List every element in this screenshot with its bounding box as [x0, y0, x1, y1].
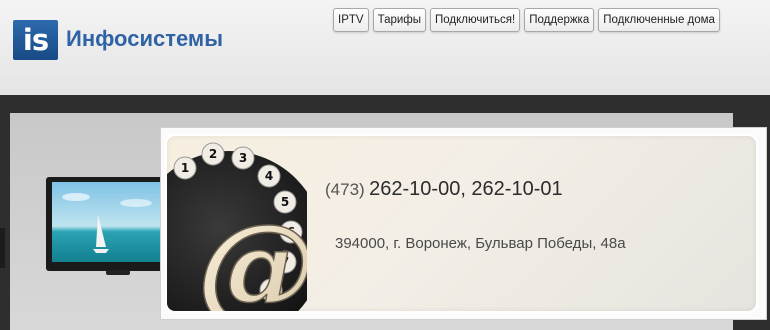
contact-phones: (473) 262-10-00, 262-10-01	[325, 178, 563, 201]
contact-panel: 1 2 3 4 5 6 7 8 @	[160, 127, 767, 320]
brand-name[interactable]: Инфосистемы	[66, 26, 223, 52]
phone-numbers[interactable]: 262-10-00, 262-10-01	[369, 178, 562, 200]
svg-text:1: 1	[181, 161, 189, 175]
contact-card: 1 2 3 4 5 6 7 8 @	[165, 134, 758, 313]
nav-tariffs-button[interactable]: Тарифы	[372, 8, 427, 32]
nav-iptv-button[interactable]: IPTV	[333, 8, 369, 32]
svg-text:4: 4	[265, 169, 273, 183]
main-nav: IPTV Тарифы Подключиться! Поддержка Подк…	[333, 8, 720, 32]
svg-text:3: 3	[239, 151, 247, 165]
tv-icon	[46, 177, 164, 275]
nav-support-button[interactable]: Поддержка	[524, 8, 595, 32]
rotary-phone-at-icon: 1 2 3 4 5 6 7 8 @	[167, 142, 307, 313]
phone-code: (473)	[325, 180, 365, 199]
site-header: is Инфосистемы IPTV Тарифы Подключиться!…	[0, 0, 770, 95]
logo-icon[interactable]: is	[13, 20, 58, 60]
content-edge	[0, 228, 5, 268]
nav-connected-houses-button[interactable]: Подключенные дома	[598, 8, 720, 32]
svg-text:2: 2	[209, 147, 217, 161]
svg-text:@: @	[197, 197, 307, 313]
nav-connect-button[interactable]: Подключиться!	[430, 8, 521, 32]
contact-address: 394000, г. Воронеж, Бульвар Победы, 48а	[335, 235, 626, 252]
